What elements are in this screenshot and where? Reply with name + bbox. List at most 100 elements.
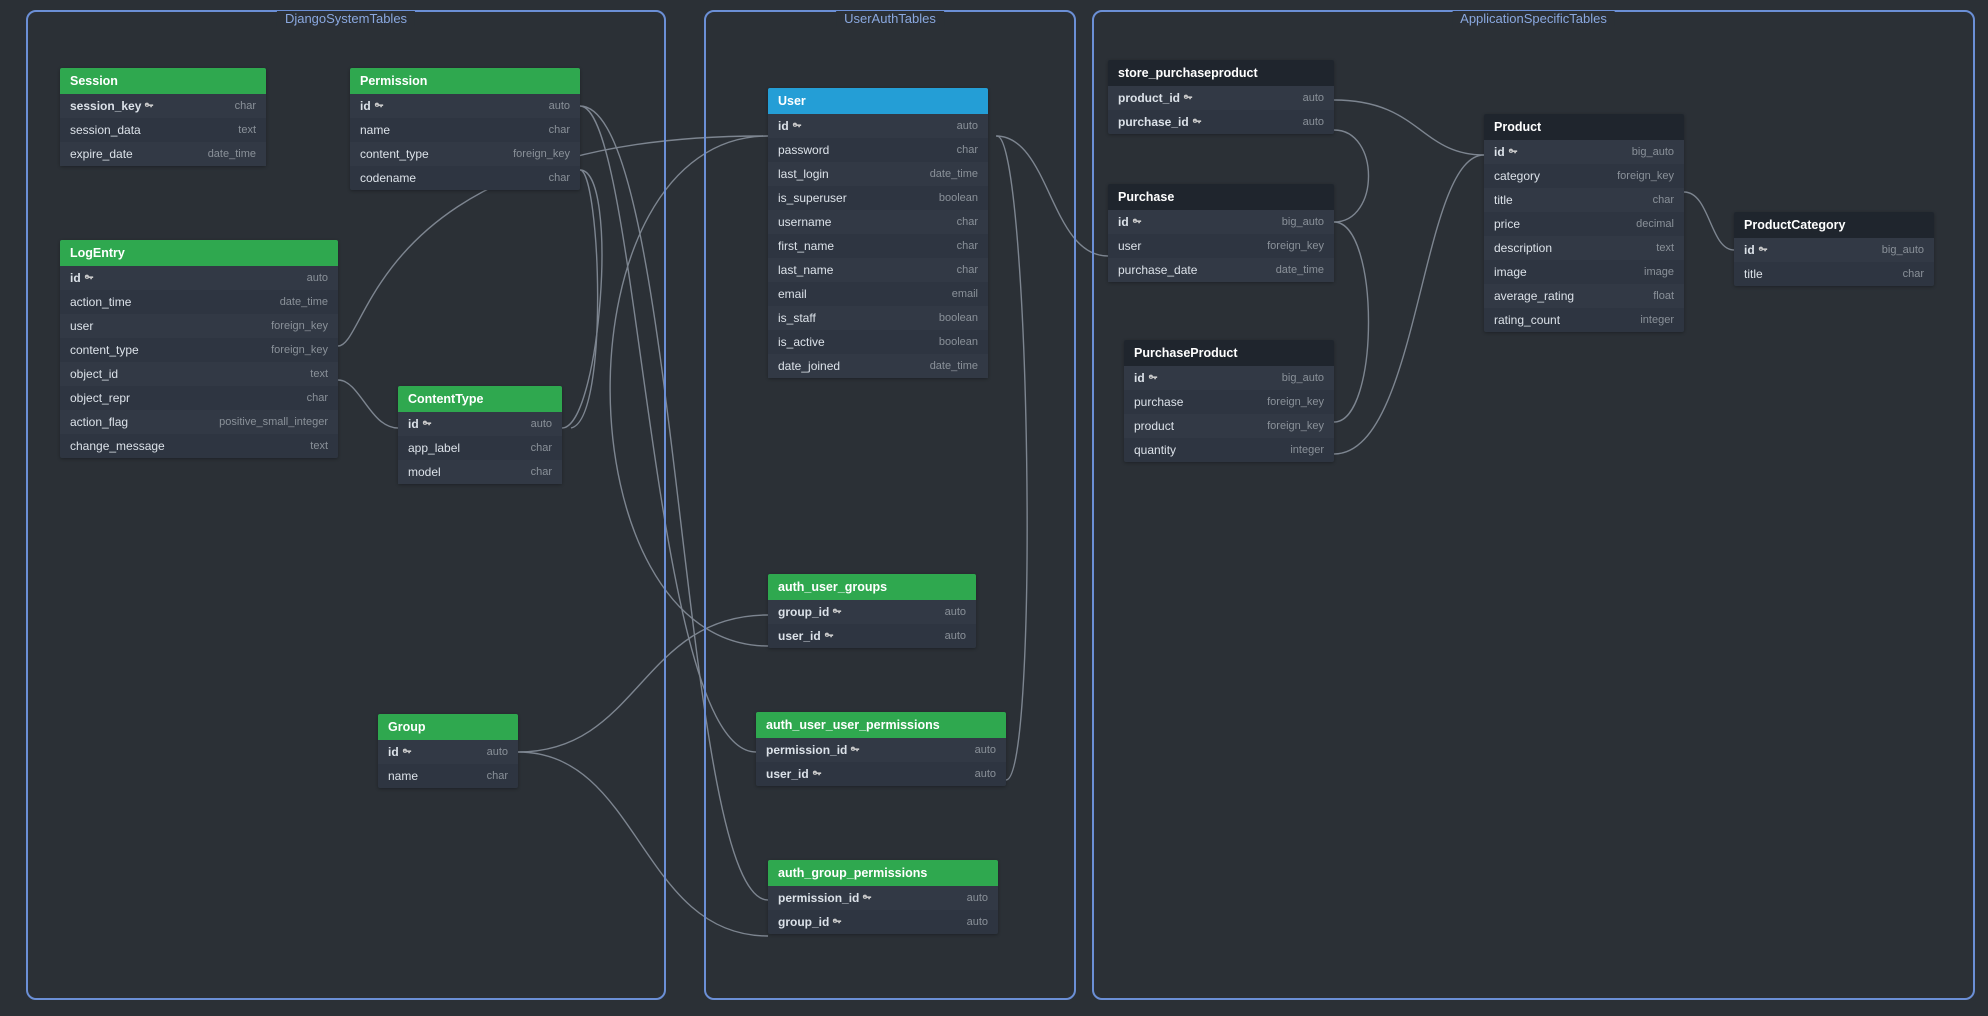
column-type: foreign_key	[513, 148, 570, 160]
table-row[interactable]: content_typeforeign_key	[350, 142, 580, 166]
column-type: text	[310, 368, 328, 380]
table-row[interactable]: idauto	[768, 114, 988, 138]
table-row[interactable]: id big_auto	[1108, 210, 1334, 234]
table-row[interactable]: purchase_idauto	[1108, 110, 1334, 134]
table-row[interactable]: is_staffboolean	[768, 306, 988, 330]
column-name: id	[1494, 145, 1518, 159]
table-permission[interactable]: Permission id auto namecharcontent_typefore…	[350, 68, 580, 190]
table-row[interactable]: app_labelchar	[398, 436, 562, 460]
table-row[interactable]: idauto	[398, 412, 562, 436]
table-row[interactable]: namechar	[378, 764, 518, 788]
table-header[interactable]: Group	[378, 714, 518, 740]
column-type: foreign_key	[271, 344, 328, 356]
table-header[interactable]: auth_group_permissions	[768, 860, 998, 886]
table-row[interactable]: change_messagetext	[60, 434, 338, 458]
table-row[interactable]: emailemail	[768, 282, 988, 306]
column-type: auto	[549, 100, 570, 112]
table-row[interactable]: idbig_auto	[1484, 140, 1684, 164]
table-row[interactable]: content_typeforeign_key	[60, 338, 338, 362]
table-row[interactable]: userforeign_key	[1108, 234, 1334, 258]
table-row[interactable]: idauto	[378, 740, 518, 764]
table-row[interactable]: user_idauto	[768, 624, 976, 648]
table-product[interactable]: Productidbig_autocategoryforeign_keytitl…	[1484, 114, 1684, 332]
table-header[interactable]: Purchase	[1108, 184, 1334, 210]
table-row[interactable]: usernamechar	[768, 210, 988, 234]
table-header[interactable]: Session	[60, 68, 266, 94]
column-name: action_flag	[70, 415, 128, 429]
table-auup[interactable]: auth_user_user_permissionspermission_ida…	[756, 712, 1006, 786]
table-row[interactable]: productforeign_key	[1124, 414, 1334, 438]
table-row[interactable]: object_reprchar	[60, 386, 338, 410]
table-group[interactable]: Groupidautonamechar	[378, 714, 518, 788]
table-header[interactable]: Permission	[350, 68, 580, 94]
table-row[interactable]: user_idauto	[756, 762, 1006, 786]
table-row[interactable]: expire_datedate_time	[60, 142, 266, 166]
table-row[interactable]: action_timedate_time	[60, 290, 338, 314]
table-purchase[interactable]: Purchase id big_auto userforeign_keypurchas…	[1108, 184, 1334, 282]
table-row[interactable]: first_namechar	[768, 234, 988, 258]
table-header[interactable]: auth_user_user_permissions	[756, 712, 1006, 738]
table-row[interactable]: titlechar	[1484, 188, 1684, 212]
table-user[interactable]: Useridautopasswordcharlast_logindate_tim…	[768, 88, 988, 378]
table-row[interactable]: id auto	[350, 94, 580, 118]
table-header[interactable]: User	[768, 88, 988, 114]
table-row[interactable]: userforeign_key	[60, 314, 338, 338]
table-row[interactable]: action_flagpositive_small_integer	[60, 410, 338, 434]
table-header[interactable]: Product	[1484, 114, 1684, 140]
table-row[interactable]: permission_idauto	[768, 886, 998, 910]
table-row[interactable]: date_joineddate_time	[768, 354, 988, 378]
table-row[interactable]: purchase_datedate_time	[1108, 258, 1334, 282]
column-name: id	[360, 99, 384, 113]
table-logentry[interactable]: LogEntryidautoaction_timedate_timeuserfo…	[60, 240, 338, 458]
table-row[interactable]: session_keychar	[60, 94, 266, 118]
table-contenttype[interactable]: ContentTypeidautoapp_labelcharmodelchar	[398, 386, 562, 484]
table-header[interactable]: PurchaseProduct	[1124, 340, 1334, 366]
table-productcategory[interactable]: ProductCategoryidbig_autotitlechar	[1734, 212, 1934, 286]
table-row[interactable]: rating_countinteger	[1484, 308, 1684, 332]
table-agp[interactable]: auth_group_permissionspermission_idautog…	[768, 860, 998, 934]
table-row[interactable]: group_idauto	[768, 600, 976, 624]
table-row[interactable]: modelchar	[398, 460, 562, 484]
table-row[interactable]: descriptiontext	[1484, 236, 1684, 260]
table-header[interactable]: store_purchaseproduct	[1108, 60, 1334, 86]
table-row[interactable]: permission_idauto	[756, 738, 1006, 762]
table-row[interactable]: group_idauto	[768, 910, 998, 934]
table-aug[interactable]: auth_user_groupsgroup_idautouser_idauto	[768, 574, 976, 648]
key-icon	[374, 100, 384, 110]
column-type: big_auto	[1282, 216, 1324, 228]
column-name: id	[1118, 215, 1142, 229]
column-name: object_id	[70, 367, 118, 381]
table-row[interactable]: object_id text	[60, 362, 338, 386]
table-row[interactable]: passwordchar	[768, 138, 988, 162]
table-row[interactable]: idbig_auto	[1734, 238, 1934, 262]
table-row[interactable]: last_namechar	[768, 258, 988, 282]
table-row[interactable]: session_datatext	[60, 118, 266, 142]
table-purchaseproduct[interactable]: PurchaseProductidbig_autopurchaseforeign…	[1124, 340, 1334, 462]
table-row[interactable]: pricedecimal	[1484, 212, 1684, 236]
table-header[interactable]: LogEntry	[60, 240, 338, 266]
table-row[interactable]: average_ratingfloat	[1484, 284, 1684, 308]
table-header[interactable]: ContentType	[398, 386, 562, 412]
table-row[interactable]: is_activeboolean	[768, 330, 988, 354]
column-type: auto	[975, 744, 996, 756]
table-row[interactable]: imageimage	[1484, 260, 1684, 284]
table-row[interactable]: is_superuserboolean	[768, 186, 988, 210]
table-spp[interactable]: store_purchaseproductproduct_idautopurch…	[1108, 60, 1334, 134]
table-row[interactable]: categoryforeign_key	[1484, 164, 1684, 188]
table-header[interactable]: ProductCategory	[1734, 212, 1934, 238]
table-header[interactable]: auth_user_groups	[768, 574, 976, 600]
table-session[interactable]: Sessionsession_keycharsession_datatextex…	[60, 68, 266, 166]
table-row[interactable]: titlechar	[1734, 262, 1934, 286]
column-type: foreign_key	[1267, 240, 1324, 252]
table-row[interactable]: product_idauto	[1108, 86, 1334, 110]
column-type: integer	[1640, 314, 1674, 326]
table-row[interactable]: idauto	[60, 266, 338, 290]
table-row[interactable]: codenamechar	[350, 166, 580, 190]
column-name: quantity	[1134, 443, 1176, 457]
table-row[interactable]: namechar	[350, 118, 580, 142]
table-row[interactable]: quantityinteger	[1124, 438, 1334, 462]
table-row[interactable]: purchaseforeign_key	[1124, 390, 1334, 414]
table-row[interactable]: idbig_auto	[1124, 366, 1334, 390]
column-name: model	[408, 465, 441, 479]
table-row[interactable]: last_logindate_time	[768, 162, 988, 186]
